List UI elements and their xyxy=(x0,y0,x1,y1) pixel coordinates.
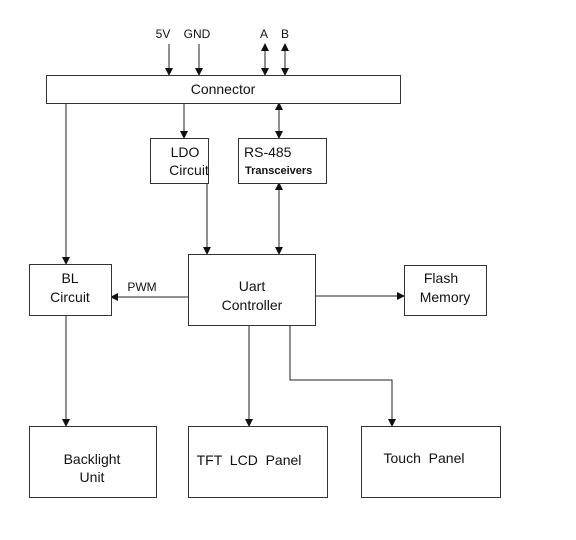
svg-text:Uart: Uart xyxy=(239,278,266,294)
block-backlight-unit: Backlight Unit xyxy=(29,426,157,498)
block-diagram: 5V GND A B PWM Connector LDO Circuit RS-… xyxy=(29,27,501,498)
svg-text:RS-485: RS-485 xyxy=(244,144,292,160)
block-connector: Connector xyxy=(46,75,401,104)
svg-text:Connector: Connector xyxy=(191,81,256,97)
svg-text:Memory: Memory xyxy=(420,289,471,305)
block-uart-controller: Uart Controller xyxy=(188,254,316,326)
svg-text:Backlight: Backlight xyxy=(64,451,121,467)
block-touch-panel: Touch Panel xyxy=(361,426,501,498)
svg-text:Flash: Flash xyxy=(424,270,458,286)
svg-text:Touch Panel: Touch Panel xyxy=(384,450,465,466)
block-tft-lcd-panel: TFT LCD Panel xyxy=(188,426,328,498)
svg-text:Circuit: Circuit xyxy=(50,289,90,305)
label-b: B xyxy=(281,27,289,41)
label-pwm: PWM xyxy=(127,280,156,294)
edge-uart-touch xyxy=(289,325,396,427)
svg-text:LDO: LDO xyxy=(171,144,200,160)
block-flash-memory: Flash Memory xyxy=(404,265,487,316)
label-a: A xyxy=(260,27,268,41)
svg-text:Controller: Controller xyxy=(222,297,283,313)
block-rs485-transceivers: RS-485 Transceivers xyxy=(238,138,327,184)
svg-text:Circuit: Circuit xyxy=(169,162,209,178)
block-bl-circuit: BL Circuit xyxy=(29,264,112,316)
label-gnd: GND xyxy=(184,27,211,41)
svg-text:TFT LCD Panel: TFT LCD Panel xyxy=(197,452,302,468)
svg-text:Transceivers: Transceivers xyxy=(245,165,312,177)
block-ldo-circuit: LDO Circuit xyxy=(150,138,209,184)
svg-text:BL: BL xyxy=(61,270,78,286)
svg-text:Unit: Unit xyxy=(80,469,105,485)
label-5v: 5V xyxy=(156,27,171,41)
